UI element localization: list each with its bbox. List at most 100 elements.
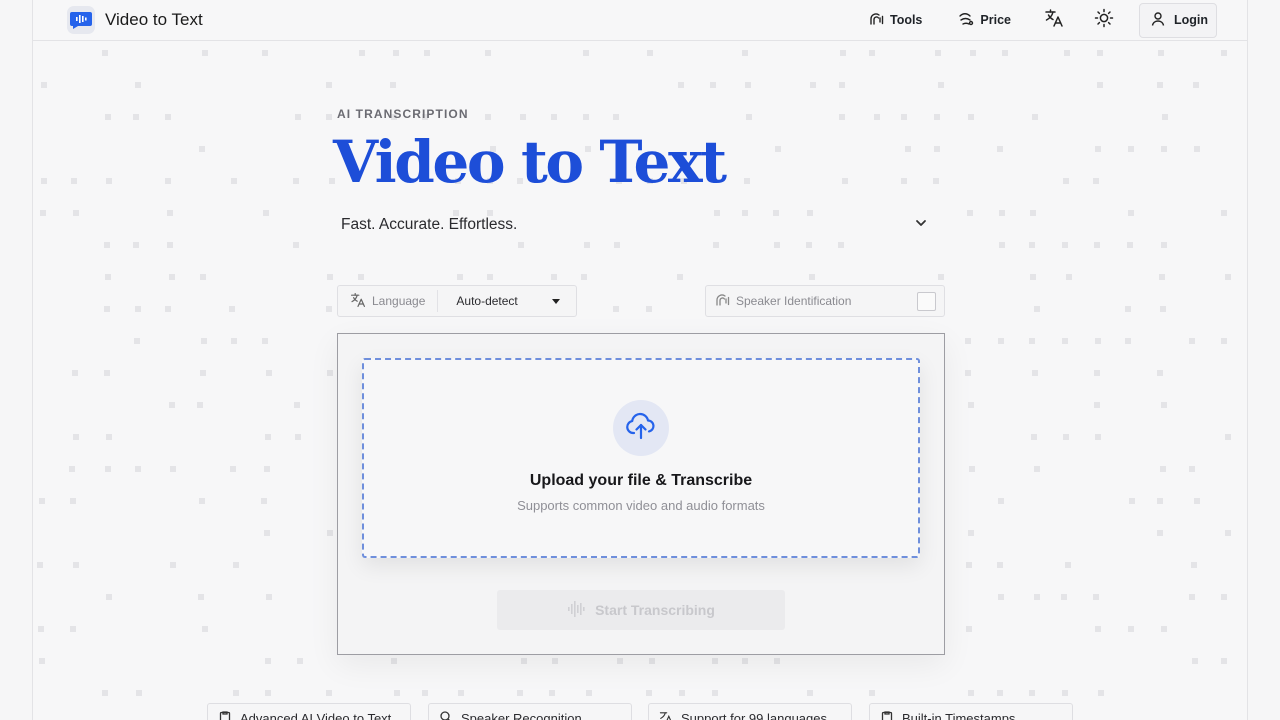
- background-dot: [935, 50, 941, 56]
- background-dot: [1065, 562, 1071, 568]
- feature-label: Support for 99 languages: [681, 710, 827, 720]
- background-dot: [1157, 370, 1163, 376]
- background-dot: [1128, 626, 1134, 632]
- background-dot: [968, 530, 974, 536]
- background-dot: [105, 114, 111, 120]
- background-dot: [1159, 274, 1165, 280]
- login-button[interactable]: Login: [1138, 2, 1217, 38]
- theme-toggle-button[interactable]: [1089, 5, 1119, 35]
- brand[interactable]: Video to Text: [67, 6, 203, 34]
- background-dot: [71, 178, 77, 184]
- background-dot: [133, 242, 139, 248]
- background-dot: [38, 626, 44, 632]
- feature-ai-video-to-text: Advanced AI Video to Text: [207, 703, 411, 720]
- background-dot: [133, 114, 139, 120]
- background-dot: [39, 498, 45, 504]
- cloud-upload-icon: [625, 412, 657, 445]
- background-dot: [773, 210, 779, 216]
- background-dot: [966, 626, 972, 632]
- background-dot: [197, 402, 203, 408]
- speaker-wave-icon: [714, 292, 730, 311]
- nav-tools-label: Tools: [889, 13, 923, 27]
- background-dot: [200, 274, 206, 280]
- background-dot: [869, 50, 875, 56]
- background-dot: [617, 658, 623, 664]
- background-dot: [265, 690, 271, 696]
- background-dot: [266, 594, 272, 600]
- translate-icon: [1044, 8, 1064, 33]
- background-dot: [1094, 370, 1100, 376]
- background-dot: [104, 370, 110, 376]
- background-dot: [838, 242, 844, 248]
- background-dot: [1157, 498, 1163, 504]
- background-dot: [69, 466, 75, 472]
- background-dot: [394, 690, 400, 696]
- background-dot: [968, 690, 974, 696]
- background-dot: [938, 274, 944, 280]
- language-select[interactable]: Language Auto-detect: [337, 285, 577, 317]
- language-dropdown[interactable]: Auto-detect: [438, 294, 576, 308]
- background-dot: [165, 178, 171, 184]
- translate-button[interactable]: [1039, 5, 1069, 35]
- eyebrow-label: AI TRANSCRIPTION: [337, 107, 469, 121]
- background-dot: [170, 562, 176, 568]
- speaker-label: Speaker Identification: [736, 294, 852, 308]
- background-dot: [393, 50, 399, 56]
- background-dot: [1097, 82, 1103, 88]
- background-dot: [1189, 594, 1195, 600]
- nav-price[interactable]: Price: [950, 5, 1019, 36]
- page-frame: Video to Text Tools Price Login AI TRANS…: [32, 0, 1248, 720]
- background-dot: [37, 562, 43, 568]
- background-dot: [1032, 114, 1038, 120]
- speaker-identification-checkbox[interactable]: [917, 291, 936, 311]
- speaker-identification-option[interactable]: Speaker Identification: [705, 285, 945, 317]
- background-dot: [104, 242, 110, 248]
- background-dot: [358, 274, 364, 280]
- background-dot: [679, 690, 685, 696]
- brand-logo-icon: [67, 6, 95, 34]
- background-dot: [520, 114, 526, 120]
- background-dot: [135, 466, 141, 472]
- background-dot: [901, 178, 907, 184]
- background-dot: [1032, 370, 1038, 376]
- start-transcribing-button[interactable]: Start Transcribing: [497, 590, 785, 630]
- background-dot: [40, 210, 46, 216]
- background-dot: [613, 306, 619, 312]
- background-dot: [1221, 210, 1227, 216]
- background-dot: [742, 210, 748, 216]
- background-dot: [1095, 146, 1101, 152]
- background-dot: [199, 498, 205, 504]
- background-dot: [1161, 242, 1167, 248]
- background-dot: [295, 114, 301, 120]
- background-dot: [135, 82, 141, 88]
- expand-toggle[interactable]: [909, 214, 933, 236]
- background-dot: [169, 402, 175, 408]
- language-label: Language: [372, 294, 426, 308]
- background-dot: [198, 594, 204, 600]
- background-dot: [1157, 530, 1163, 536]
- background-dot: [457, 274, 463, 280]
- background-dot: [1029, 690, 1035, 696]
- background-dot: [933, 178, 939, 184]
- background-dot: [678, 82, 684, 88]
- background-dot: [200, 370, 206, 376]
- start-button-label: Start Transcribing: [595, 602, 715, 618]
- language-value: Auto-detect: [456, 294, 518, 308]
- background-dot: [390, 82, 396, 88]
- background-dot: [901, 114, 907, 120]
- background-dot: [839, 114, 845, 120]
- background-dot: [874, 114, 880, 120]
- background-dot: [1125, 306, 1131, 312]
- background-dot: [326, 82, 332, 88]
- background-dot: [1160, 306, 1166, 312]
- nav-tools[interactable]: Tools: [860, 5, 930, 36]
- background-dot: [999, 210, 1005, 216]
- background-dot: [1061, 594, 1067, 600]
- background-dot: [1128, 210, 1134, 216]
- background-dot: [517, 690, 523, 696]
- background-dot: [199, 146, 205, 152]
- background-dot: [1189, 466, 1195, 472]
- search-icon: [439, 710, 453, 720]
- file-dropzone[interactable]: Upload your file & Transcribe Supports c…: [362, 358, 920, 558]
- background-dot: [997, 690, 1003, 696]
